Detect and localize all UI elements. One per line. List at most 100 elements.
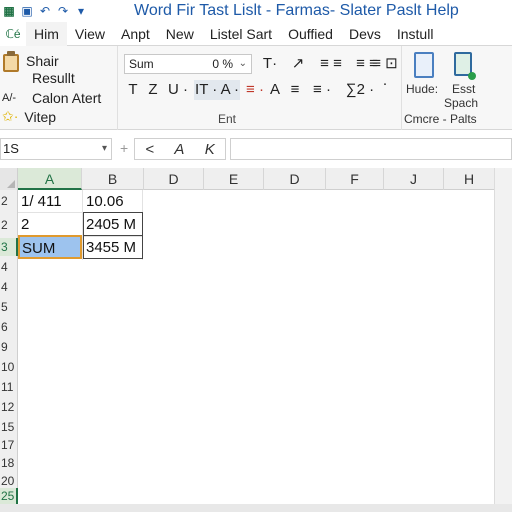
align-right-button[interactable]: ≡ · bbox=[310, 80, 334, 100]
row-header[interactable]: 2 bbox=[0, 216, 18, 234]
cell-b3[interactable]: 3455 M bbox=[83, 235, 143, 259]
select-all-button[interactable] bbox=[0, 168, 18, 190]
row-header[interactable]: 18 bbox=[0, 454, 18, 472]
underline-button[interactable]: U · bbox=[166, 80, 190, 100]
row-header[interactable]: 17 bbox=[0, 436, 18, 454]
excel-logo-icon: ▦ bbox=[3, 4, 15, 18]
clipboard-group: Shair Resullt A/- Calon Atert ✩· Vitep bbox=[0, 46, 118, 130]
row-header[interactable]: 5 bbox=[0, 298, 18, 316]
clipboard-item-vitep[interactable]: ✩· Vitep bbox=[2, 108, 56, 125]
font-a-button[interactable]: A bbox=[268, 80, 282, 100]
redo-icon[interactable]: ↷ bbox=[56, 4, 70, 18]
fill-color-button[interactable]: IT · A · bbox=[194, 80, 240, 100]
formula-separator: + bbox=[120, 140, 129, 156]
spreadsheet-grid[interactable]: A B D E D F J H 2 2 3 4 4 5 6 9 10 11 12… bbox=[0, 168, 494, 504]
row-header[interactable]: 4 bbox=[0, 258, 18, 276]
row-header[interactable]: 9 bbox=[0, 338, 18, 356]
autosum-button[interactable]: ∑2 · bbox=[340, 80, 380, 100]
row-header[interactable]: 6 bbox=[0, 318, 18, 336]
cancel-icon[interactable]: < bbox=[145, 141, 154, 158]
paste-icon bbox=[2, 50, 20, 72]
name-box-value: 1S bbox=[3, 141, 19, 156]
row-header[interactable]: 12 bbox=[0, 398, 18, 416]
tab-devs[interactable]: Devs bbox=[341, 22, 389, 46]
chevron-down-icon: ⌄ bbox=[238, 58, 247, 69]
column-header-d[interactable]: D bbox=[144, 168, 204, 190]
tab-ouffied[interactable]: Ouffied bbox=[280, 22, 341, 46]
column-header-e[interactable]: E bbox=[204, 168, 264, 190]
tab-instull[interactable]: Instull bbox=[389, 22, 442, 46]
clipboard-label: Shair bbox=[26, 53, 59, 69]
file-tab[interactable]: ℂé bbox=[0, 21, 26, 46]
spreadsheet-icon[interactable] bbox=[454, 52, 476, 80]
clipboard-item-calon-atert[interactable]: A/- Calon Atert bbox=[2, 90, 101, 106]
quick-access-toolbar: ▦ ▣ ↶ ↷ ▾ bbox=[2, 2, 88, 20]
tab-new[interactable]: New bbox=[158, 22, 202, 46]
cells-item-hude[interactable]: Hude: bbox=[406, 82, 438, 96]
clipboard-item-resullt[interactable]: Resullt bbox=[32, 70, 75, 86]
insert-function-icon[interactable]: K bbox=[205, 141, 215, 158]
font-name-select[interactable]: Sum 0 % ⌄ bbox=[124, 54, 252, 74]
formula-buttons: < A K bbox=[134, 138, 226, 160]
align-center-button[interactable]: ≡ bbox=[288, 80, 302, 100]
row-header[interactable]: 2 bbox=[0, 192, 18, 210]
font-size-value: 0 % bbox=[212, 57, 233, 71]
clipboard-label: Calon Atert bbox=[32, 90, 102, 106]
cells-group-label: Cmcre - Palts bbox=[404, 112, 477, 126]
ribbon: Shair Resullt A/- Calon Atert ✩· Vitep S… bbox=[0, 46, 512, 130]
column-header-d2[interactable]: D bbox=[264, 168, 326, 190]
column-headers: A B D E D F J H bbox=[0, 168, 494, 190]
clipboard-item-shair[interactable]: Shair bbox=[2, 50, 59, 72]
bold-button[interactable]: T bbox=[126, 80, 140, 100]
cell-a2[interactable]: 2 bbox=[19, 213, 81, 237]
formula-input[interactable] bbox=[230, 138, 512, 160]
font-name-value: Sum bbox=[129, 57, 154, 71]
ribbon-tabs: ℂé Him View Anpt New Listel Sart Ouffied… bbox=[0, 21, 512, 46]
font-color-button[interactable]: ≡ · bbox=[244, 80, 266, 100]
name-box[interactable]: 1S ▾ bbox=[0, 138, 112, 160]
cell-b1[interactable]: 10.06 bbox=[84, 190, 142, 214]
align-tool[interactable]: ≡ ≡ bbox=[314, 54, 348, 74]
column-header-h[interactable]: H bbox=[444, 168, 494, 190]
vertical-scrollbar[interactable] bbox=[494, 168, 512, 504]
clipboard-label: Resullt bbox=[32, 70, 75, 86]
font-group: Sum 0 % ⌄ T· ↗ ≡ ≡ ≡ ≡ ≡ ⊡ · T Z U · IT … bbox=[118, 46, 402, 130]
row-header[interactable]: 4 bbox=[0, 278, 18, 296]
cell-a1[interactable]: 1/ 411 bbox=[19, 190, 81, 214]
row-header[interactable]: 10 bbox=[0, 358, 18, 376]
font-group-label: Ent bbox=[218, 112, 237, 126]
tab-view[interactable]: View bbox=[67, 22, 113, 46]
title-bar: ▦ ▣ ↶ ↷ ▾ Word Fir Tast Lislt - Farmas- … bbox=[0, 0, 512, 22]
chevron-down-icon: ▾ bbox=[101, 143, 107, 154]
sheet-tabs-strip bbox=[0, 504, 512, 512]
row-header-selected[interactable]: 3 bbox=[0, 238, 18, 256]
pen-icon[interactable]: ↗ bbox=[288, 54, 308, 74]
row-header-selected[interactable]: 25 bbox=[0, 488, 18, 504]
star-icon: ✩· bbox=[2, 108, 19, 124]
customize-icon[interactable]: ▾ bbox=[74, 4, 88, 18]
column-header-b[interactable]: B bbox=[82, 168, 144, 190]
font-size-tool[interactable]: T· bbox=[258, 54, 282, 74]
clipboard-label: Vitep bbox=[24, 108, 57, 125]
column-header-j[interactable]: J bbox=[384, 168, 444, 190]
column-header-a[interactable]: A bbox=[18, 168, 82, 190]
cells-group: Hude: Esst Spach Cmcre - Palts bbox=[402, 46, 512, 130]
tab-listel-sart[interactable]: Listel Sart bbox=[202, 22, 280, 46]
cell-b2[interactable]: 2405 M bbox=[83, 212, 143, 236]
undo-icon[interactable]: ↶ bbox=[38, 4, 52, 18]
italic-button[interactable]: Z bbox=[146, 80, 160, 100]
tab-anpt[interactable]: Anpt bbox=[113, 22, 158, 46]
tab-him[interactable]: Him bbox=[26, 21, 67, 46]
cells-item-esst[interactable]: Esst bbox=[452, 82, 475, 96]
row-headers: 2 2 3 4 4 5 6 9 10 11 12 15 17 18 20 25 bbox=[0, 190, 18, 504]
column-header-f[interactable]: F bbox=[326, 168, 384, 190]
row-header[interactable]: 15 bbox=[0, 418, 18, 436]
save-icon[interactable]: ▣ bbox=[20, 4, 34, 18]
window-title: Word Fir Tast Lislt - Farmas- Slater Pas… bbox=[134, 2, 459, 19]
document-icon[interactable] bbox=[414, 52, 434, 78]
cell-a3-active[interactable]: SUM bbox=[18, 235, 82, 259]
enter-icon[interactable]: A bbox=[174, 141, 184, 158]
cells-item-spach[interactable]: Spach bbox=[444, 96, 478, 110]
row-header[interactable]: 11 bbox=[0, 378, 18, 396]
formula-bar: 1S ▾ + < A K bbox=[0, 134, 512, 164]
